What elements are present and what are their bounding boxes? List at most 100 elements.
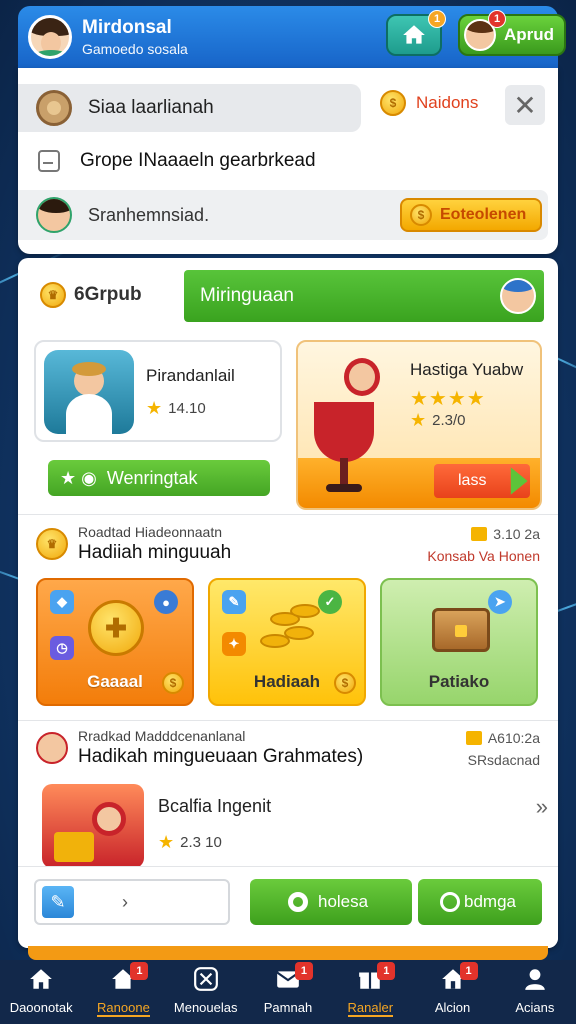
profile-button[interactable]: Aprud 1 — [458, 10, 566, 56]
chat-icon — [440, 892, 460, 912]
notifications-link[interactable]: $ Naidons — [380, 90, 478, 116]
user-text: Sranhemnsiad. — [88, 204, 210, 225]
share-icon: ➤ — [488, 590, 512, 614]
nav-label: Menouelas — [173, 1000, 238, 1015]
card2-rating-value: 2.3/0 — [432, 412, 466, 429]
nav-item-rewards[interactable]: 1 Ranaler — [329, 960, 411, 1024]
chevron-right-icon[interactable]: » — [536, 794, 548, 820]
tools-icon — [193, 966, 219, 992]
nav-label: Pamnah — [263, 1000, 313, 1015]
group-label-text: 6Grpub — [74, 284, 142, 305]
group-row[interactable]: Grope INaaaeln gearbrkead — [38, 150, 316, 172]
card1-thumbnail — [44, 350, 134, 434]
leaf-icon: ✎ — [222, 590, 246, 614]
notifications-label: Naidons — [416, 93, 479, 112]
card1-title: Pirandanlail — [146, 366, 235, 385]
user-row[interactable]: Sranhemnsiad. $ Eoteolenen — [18, 190, 548, 240]
mail-icon: 1 — [275, 962, 313, 992]
nav-label: Daoonotak — [9, 1000, 73, 1015]
coin-icon: $ — [410, 204, 432, 226]
section1-small: Roadtad Hiadeonnaatn — [78, 524, 223, 540]
crown-icon: ♛ — [36, 528, 68, 560]
card2-rating: ★ 2.3/0 — [410, 410, 466, 431]
home-icon — [28, 966, 54, 992]
section2-small: Rradkad Madddcenanlanal — [78, 728, 246, 744]
gift-icon: ◆ — [50, 590, 74, 614]
nav-badge: 1 — [459, 962, 478, 980]
close-icon: ✕ — [513, 89, 537, 121]
user-avatar-small — [36, 732, 68, 764]
nav-label: Alcion — [434, 1000, 471, 1015]
nav-item-rooms[interactable]: 1 Ranoone — [82, 960, 164, 1024]
star-icon: ★ — [146, 398, 163, 418]
tile-package[interactable]: ➤ Patiako — [380, 578, 538, 706]
user-avatar[interactable] — [28, 15, 72, 59]
reward-card-2[interactable]: Hastiga Yuabw ★★★★ ★ 2.3/0 lass — [296, 340, 542, 510]
gift-icon — [471, 527, 488, 541]
winning-button[interactable]: ★ ◉ Wenringtak — [48, 460, 270, 496]
section1-title: Hadiiah minguuah — [78, 542, 232, 563]
lion-icon — [36, 90, 72, 126]
section2-sub: SRsdacnad — [467, 752, 540, 768]
record-icon — [288, 892, 308, 912]
tile-gifts[interactable]: ✎ ✦ ✓ Hadiaah $ — [208, 578, 366, 706]
nav-label: Ranoone — [97, 1000, 150, 1017]
coin-icon: ✚ — [88, 600, 144, 656]
action-button-1[interactable]: holesa — [250, 879, 412, 925]
action-button-2-label: bdmga — [464, 892, 516, 911]
star-icon: ★ — [158, 832, 175, 852]
nav-item-account[interactable]: Acians — [494, 960, 576, 1024]
header-text: Mirdonsal Gamoedo sosala — [82, 17, 188, 57]
home-icon — [403, 25, 425, 44]
app-subtitle: Gamoedo sosala — [82, 41, 188, 57]
weekly-bar[interactable]: Miringuaan — [184, 270, 544, 322]
user-avatar-small — [36, 197, 72, 233]
tile-coins[interactable]: ◆ ◷ ● ✚ Gaaaal $ — [36, 578, 194, 706]
section2-time: A610:2a — [487, 730, 540, 746]
user-icon — [522, 966, 548, 992]
section2-meta: A610:2a SRsdacnad — [465, 730, 540, 768]
action-button-1-label: holesa — [318, 892, 369, 911]
tile-label: Patiako — [428, 672, 490, 691]
check-icon: ✓ — [318, 590, 342, 614]
chest-icon — [432, 608, 490, 652]
card2-stars: ★★★★ — [410, 388, 486, 410]
nav-badge: 1 — [377, 962, 396, 980]
card1-rating: ★ 14.10 — [146, 398, 206, 419]
message-input[interactable]: ✎ › — [34, 879, 230, 925]
nav-item-action[interactable]: 1 Alcion — [411, 960, 493, 1024]
group-label: ♛ 6Grpub — [40, 282, 142, 308]
coin-icon: $ — [162, 672, 184, 694]
house-icon: 1 — [110, 962, 149, 992]
search-row[interactable]: Siaa laarlianah — [18, 84, 361, 132]
card2-button[interactable]: lass — [434, 464, 530, 498]
main-panel: ♛ 6Grpub Miringuaan Pirandanlail ★ 14.10… — [18, 258, 558, 948]
card1-rating-value: 14.10 — [168, 400, 206, 417]
gift-icon — [465, 731, 482, 745]
home-button[interactable]: 1 — [386, 10, 446, 56]
close-button[interactable]: ✕ — [505, 85, 545, 125]
top-panel: Siaa laarlianah $ Naidons ✕ Grope INaaae… — [18, 68, 558, 254]
list-item[interactable]: Bcalfia Ingenit ★ 2.3 10 » — [42, 784, 552, 868]
globe-icon: ● — [154, 590, 178, 614]
action-button-2[interactable]: bdmga — [418, 879, 542, 925]
section2-header: Rradkad Madddcenanlanal Hadikah mingueua… — [36, 728, 363, 768]
search-text: Siaa laarlianah — [88, 97, 214, 118]
nav-item-messages[interactable]: 1 Pamnah — [247, 960, 329, 1024]
weekly-bar-text: Miringuaan — [200, 285, 294, 306]
section1-header: ♛ Roadtad Hiadeonnaatn Hadiiah minguuah — [36, 524, 231, 564]
group-text: Grope INaaaeln gearbrkead — [80, 150, 316, 171]
home-badge: 1 — [428, 10, 446, 28]
section1-link[interactable]: Konsab Va Honen — [427, 548, 540, 564]
profile-badge: 1 — [488, 10, 506, 28]
gift-icon: 1 — [357, 962, 396, 992]
user-action-button[interactable]: $ Eoteolenen — [400, 198, 542, 232]
list-item-title: Bcalfia Ingenit — [158, 796, 272, 816]
user-action-label: Eoteolenen — [440, 206, 527, 223]
reward-card-1[interactable]: Pirandanlail ★ 14.10 — [34, 340, 282, 442]
coin-stack-icon — [260, 604, 320, 654]
nav-label: Acians — [515, 1000, 555, 1015]
section1-meta: 3.10 2a Konsab Va Honen — [427, 526, 540, 564]
nav-item-home[interactable]: Daoonotak — [0, 960, 82, 1024]
nav-item-menu[interactable]: Menouelas — [165, 960, 247, 1024]
